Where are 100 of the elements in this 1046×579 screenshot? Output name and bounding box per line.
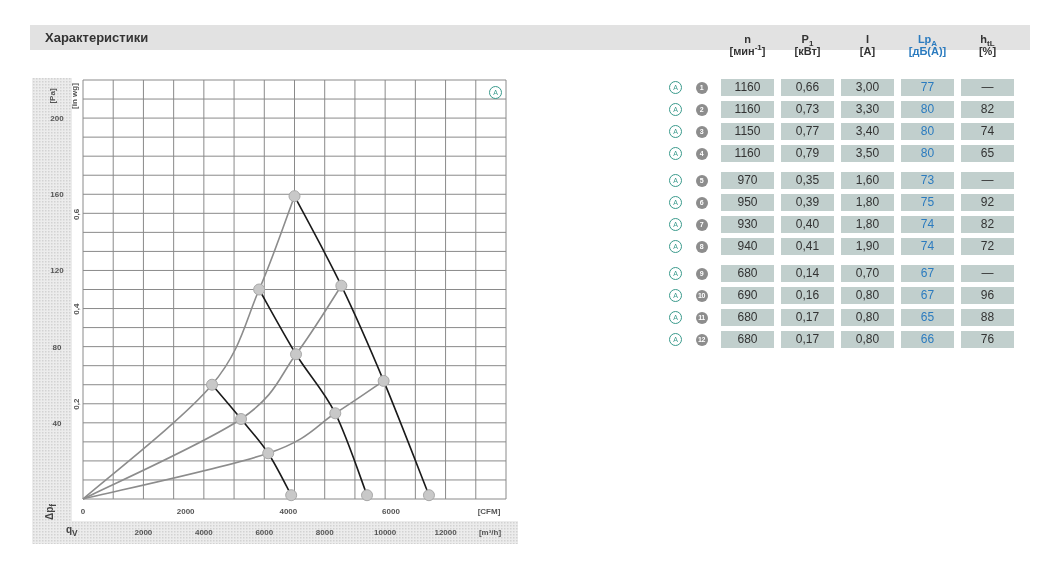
table-cell: 0,73 bbox=[781, 101, 834, 118]
column-unit: [A] bbox=[859, 45, 876, 57]
table-cell: 80 bbox=[901, 145, 954, 162]
table-cell: 3,30 bbox=[841, 101, 894, 118]
axis-tick-label: 40 bbox=[52, 418, 62, 428]
table-cell: 930 bbox=[721, 216, 774, 233]
table-cell: 0,16 bbox=[781, 287, 834, 304]
column-header: I bbox=[865, 33, 870, 45]
table-cell: 970 bbox=[721, 172, 774, 189]
table-cell: 0,80 bbox=[841, 287, 894, 304]
point-marker bbox=[422, 489, 435, 502]
table-cell: 0,41 bbox=[781, 238, 834, 255]
table-cell: — bbox=[961, 79, 1014, 96]
point-marker bbox=[329, 407, 342, 420]
table-cell: 67 bbox=[901, 265, 954, 282]
axis-unit-label: [in wg] bbox=[70, 83, 79, 109]
table-cell: 0,77 bbox=[781, 123, 834, 140]
table-cell: 940 bbox=[721, 238, 774, 255]
table-cell: 73 bbox=[901, 172, 954, 189]
table-cell: — bbox=[961, 265, 1014, 282]
axis-tick-label: 200 bbox=[50, 114, 64, 124]
table-cell: 82 bbox=[961, 216, 1014, 233]
point-marker bbox=[253, 283, 266, 296]
axis-tick-label: 10000 bbox=[374, 528, 397, 537]
table-cell: 75 bbox=[901, 194, 954, 211]
axis-tick-label: 4000 bbox=[194, 528, 213, 537]
point-marker bbox=[377, 374, 390, 387]
section-title: Характеристики bbox=[44, 29, 149, 47]
point-marker bbox=[290, 348, 302, 361]
table-cell: 1160 bbox=[721, 145, 774, 162]
table-cell: 1,90 bbox=[841, 238, 894, 255]
table-cell: 690 bbox=[721, 287, 774, 304]
flow-symbol: q$_{V}$ bbox=[66, 524, 78, 538]
point-marker bbox=[262, 447, 275, 460]
axis-tick-label: 80 bbox=[52, 342, 62, 352]
table-cell: 0,35 bbox=[781, 172, 834, 189]
point-marker bbox=[335, 279, 348, 292]
axis-tick-label: 8000 bbox=[315, 528, 334, 537]
axis-tick-label: 4000 bbox=[279, 507, 298, 516]
table-cell: 950 bbox=[721, 194, 774, 211]
table-cell: 65 bbox=[961, 145, 1014, 162]
table-cell: 74 bbox=[901, 238, 954, 255]
table-cell: 1,80 bbox=[841, 216, 894, 233]
table-cell: 1150 bbox=[721, 123, 774, 140]
axis-tick-label: 0,2 bbox=[72, 398, 81, 410]
table-cell: 0,70 bbox=[841, 265, 894, 282]
axis-tick-label: 6000 bbox=[382, 507, 400, 516]
table-cell: 74 bbox=[901, 216, 954, 233]
table-cell: 1,80 bbox=[841, 194, 894, 211]
axis-tick-label: 0 bbox=[80, 507, 86, 516]
column-unit: [дБ(A)] bbox=[908, 45, 947, 57]
axis-unit-label: [Pa] bbox=[48, 88, 57, 104]
axis-tick-label: 6000 bbox=[255, 528, 274, 537]
column-unit: [мин$^{-1}$] bbox=[729, 45, 766, 57]
column-unit: [кВт] bbox=[794, 45, 821, 57]
table-cell: 67 bbox=[901, 287, 954, 304]
axis-unit-label: [m³/h] bbox=[478, 528, 502, 537]
table-cell: 92 bbox=[961, 194, 1014, 211]
table-cell: 66 bbox=[901, 331, 954, 348]
table-cell: 0,17 bbox=[781, 309, 834, 326]
axis-tick-label: 0,6 bbox=[72, 208, 81, 220]
table-cell: 0,39 bbox=[781, 194, 834, 211]
table-cell: 0,14 bbox=[781, 265, 834, 282]
column-unit: [%] bbox=[978, 45, 997, 57]
point-marker bbox=[206, 378, 218, 391]
axis-tick-label: 12000 bbox=[434, 528, 457, 537]
table-cell: 680 bbox=[721, 265, 774, 282]
point-marker bbox=[361, 489, 373, 502]
table-cell: 96 bbox=[961, 287, 1014, 304]
table-cell: 0,80 bbox=[841, 309, 894, 326]
table-cell: 1160 bbox=[721, 101, 774, 118]
table-cell: 0,17 bbox=[781, 331, 834, 348]
axis-tick-label: 0,4 bbox=[72, 303, 81, 315]
table-cell: 3,40 bbox=[841, 123, 894, 140]
table-cell: 3,50 bbox=[841, 145, 894, 162]
table-cell: 0,79 bbox=[781, 145, 834, 162]
axis-tick-label: 120 bbox=[50, 266, 64, 276]
table-cell: 1160 bbox=[721, 79, 774, 96]
table-cell: 1,60 bbox=[841, 172, 894, 189]
table-cell: 65 bbox=[901, 309, 954, 326]
axis-unit-label: [CFM] bbox=[477, 507, 501, 516]
point-marker bbox=[285, 489, 298, 502]
table-cell: 680 bbox=[721, 309, 774, 326]
table-cell: 74 bbox=[961, 123, 1014, 140]
table-cell: 80 bbox=[901, 123, 954, 140]
column-header: n bbox=[744, 33, 751, 45]
axis-tick-label: 2000 bbox=[176, 507, 195, 516]
table-cell: 88 bbox=[961, 309, 1014, 326]
table-cell: 0,40 bbox=[781, 216, 834, 233]
table-cell: 80 bbox=[901, 101, 954, 118]
table-cell: — bbox=[961, 172, 1014, 189]
point-marker bbox=[235, 413, 247, 425]
point-marker bbox=[288, 190, 301, 203]
table-cell: 76 bbox=[961, 331, 1014, 348]
table-cell: 3,00 bbox=[841, 79, 894, 96]
table-cell: 0,66 bbox=[781, 79, 834, 96]
axis-tick-label: 160 bbox=[50, 190, 64, 200]
table-cell: 680 bbox=[721, 331, 774, 348]
table-cell: 82 bbox=[961, 101, 1014, 118]
table-cell: 0,80 bbox=[841, 331, 894, 348]
